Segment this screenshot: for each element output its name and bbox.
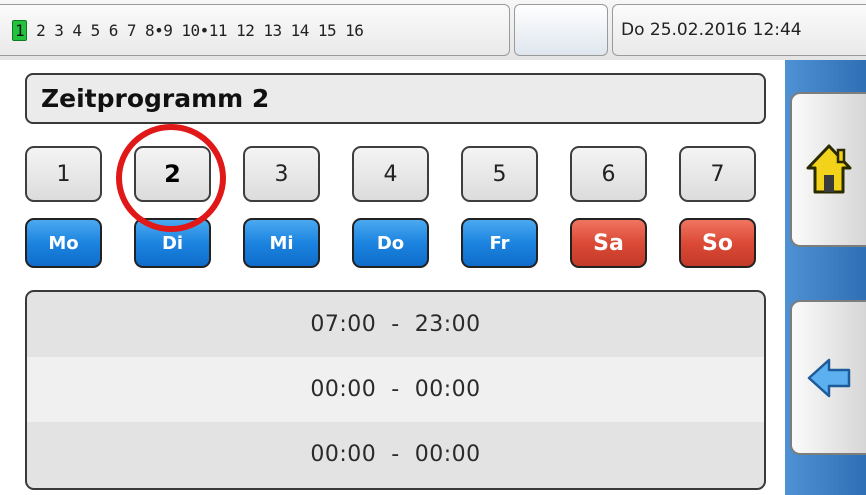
time-slot-1[interactable]: 07:00 - 23:00 bbox=[27, 292, 764, 357]
page-title: Zeitprogramm 2 bbox=[25, 73, 766, 124]
program-button-5[interactable]: 5 bbox=[461, 146, 538, 202]
status-panel bbox=[514, 4, 608, 56]
page-6[interactable]: 6 bbox=[109, 21, 119, 40]
day-button-sa[interactable]: Sa bbox=[570, 218, 647, 268]
program-button-7[interactable]: 7 bbox=[679, 146, 756, 202]
page-8-9[interactable]: 8•9 bbox=[145, 21, 173, 40]
page-4[interactable]: 4 bbox=[72, 21, 82, 40]
program-button-4[interactable]: 4 bbox=[352, 146, 429, 202]
day-button-do[interactable]: Do bbox=[352, 218, 429, 268]
day-button-fr[interactable]: Fr bbox=[461, 218, 538, 268]
program-button-3[interactable]: 3 bbox=[243, 146, 320, 202]
page-3[interactable]: 3 bbox=[54, 21, 64, 40]
page-7[interactable]: 7 bbox=[127, 21, 137, 40]
day-button-mi[interactable]: Mi bbox=[243, 218, 320, 268]
home-button[interactable] bbox=[790, 92, 866, 247]
top-bar: 1 2 3 4 5 6 7 8•9 10•11 12 13 14 15 16 D… bbox=[0, 0, 866, 60]
program-button-1[interactable]: 1 bbox=[25, 146, 102, 202]
day-button-so[interactable]: So bbox=[679, 218, 756, 268]
program-button-6[interactable]: 6 bbox=[570, 146, 647, 202]
home-icon bbox=[806, 144, 852, 193]
page-selector: 1 2 3 4 5 6 7 8•9 10•11 12 13 14 15 16 bbox=[0, 4, 510, 56]
back-button[interactable] bbox=[790, 300, 866, 455]
time-slot-list: 07:00 - 23:00 00:00 - 00:00 00:00 - 00:0… bbox=[25, 290, 766, 490]
page-13[interactable]: 13 bbox=[263, 21, 282, 40]
highlight-circle bbox=[116, 124, 226, 232]
page-12[interactable]: 12 bbox=[236, 21, 255, 40]
page-1[interactable]: 1 bbox=[12, 19, 28, 41]
back-arrow-icon bbox=[807, 358, 851, 397]
page-10-11[interactable]: 10•11 bbox=[181, 21, 227, 40]
page-15[interactable]: 15 bbox=[318, 21, 337, 40]
page-2[interactable]: 2 bbox=[36, 21, 46, 40]
day-button-mo[interactable]: Mo bbox=[25, 218, 102, 268]
time-slot-3[interactable]: 00:00 - 00:00 bbox=[27, 422, 764, 487]
page-16[interactable]: 16 bbox=[345, 21, 364, 40]
page-14[interactable]: 14 bbox=[291, 21, 310, 40]
time-slot-2[interactable]: 00:00 - 00:00 bbox=[27, 357, 764, 422]
date-time: Do 25.02.2016 12:44 bbox=[612, 4, 866, 56]
page-5[interactable]: 5 bbox=[91, 21, 101, 40]
